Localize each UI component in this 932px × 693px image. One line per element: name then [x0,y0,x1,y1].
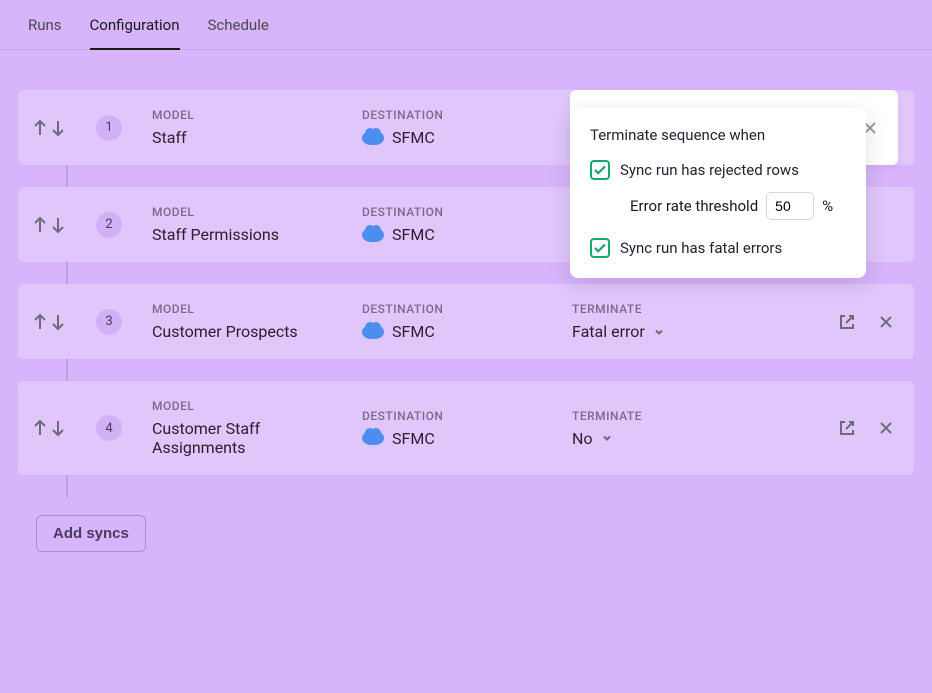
order-badge: 4 [96,415,122,441]
open-link-icon[interactable] [838,419,856,437]
destination-label: DESTINATION [362,108,562,122]
destination-label: DESTINATION [362,409,562,423]
arrow-down-icon[interactable] [50,313,66,331]
tab-schedule[interactable]: Schedule [208,16,269,49]
chevron-down-icon [653,326,665,338]
arrow-up-icon[interactable] [32,216,48,234]
arrow-up-icon[interactable] [32,313,48,331]
sync-row: 3 MODEL Customer Prospects DESTINATION S… [18,284,914,359]
arrow-up-icon[interactable] [32,419,48,437]
terminate-dropdown[interactable]: Fatal error [572,322,828,341]
connector [66,165,68,187]
destination-label: DESTINATION [362,302,562,316]
order-badge: 3 [96,309,122,335]
model-label: MODEL [152,205,352,219]
connector [66,262,68,284]
add-syncs-button[interactable]: Add syncs [36,515,146,552]
model-value: Staff [152,128,352,147]
destination-value: SFMC [392,225,435,244]
arrow-down-icon[interactable] [50,216,66,234]
model-label: MODEL [152,399,352,413]
chevron-down-icon [601,432,613,444]
arrow-up-icon[interactable] [32,119,48,137]
model-value: Customer Staff Assignments [152,419,352,457]
destination-value: SFMC [392,128,435,147]
close-icon[interactable] [878,420,894,436]
tab-runs[interactable]: Runs [28,16,62,49]
terminate-label: TERMINATE [572,302,828,316]
order-badge: 2 [96,212,122,238]
model-label: MODEL [152,302,352,316]
sfmc-icon [362,431,384,445]
arrow-down-icon[interactable] [50,119,66,137]
threshold-suffix: % [822,197,833,215]
model-value: Staff Permissions [152,225,352,244]
sfmc-icon [362,228,384,242]
destination-value: SFMC [392,429,435,448]
threshold-label: Error rate threshold [630,197,758,215]
checkbox-label: Sync run has fatal errors [620,239,782,257]
destination-value: SFMC [392,322,435,341]
tab-configuration[interactable]: Configuration [90,16,180,50]
connector [66,475,68,497]
open-link-icon[interactable] [838,313,856,331]
connector [66,359,68,381]
checkbox-rejected-rows[interactable] [590,160,610,180]
checkbox-label: Sync run has rejected rows [620,161,799,179]
popover-title: Terminate sequence when [590,126,846,144]
tabs: Runs Configuration Schedule [0,0,932,50]
model-label: MODEL [152,108,352,122]
sync-row: 4 MODEL Customer Staff Assignments DESTI… [18,381,914,475]
terminate-dropdown[interactable]: No [572,429,828,448]
order-badge: 1 [96,115,122,141]
arrow-down-icon[interactable] [50,419,66,437]
close-icon[interactable] [878,314,894,330]
model-value: Customer Prospects [152,322,352,341]
destination-label: DESTINATION [362,205,562,219]
threshold-input[interactable] [766,192,814,220]
terminate-label: TERMINATE [572,409,828,423]
terminate-popover: Terminate sequence when Sync run has rej… [570,108,866,278]
checkbox-fatal-errors[interactable] [590,238,610,258]
sfmc-icon [362,325,384,339]
sfmc-icon [362,131,384,145]
